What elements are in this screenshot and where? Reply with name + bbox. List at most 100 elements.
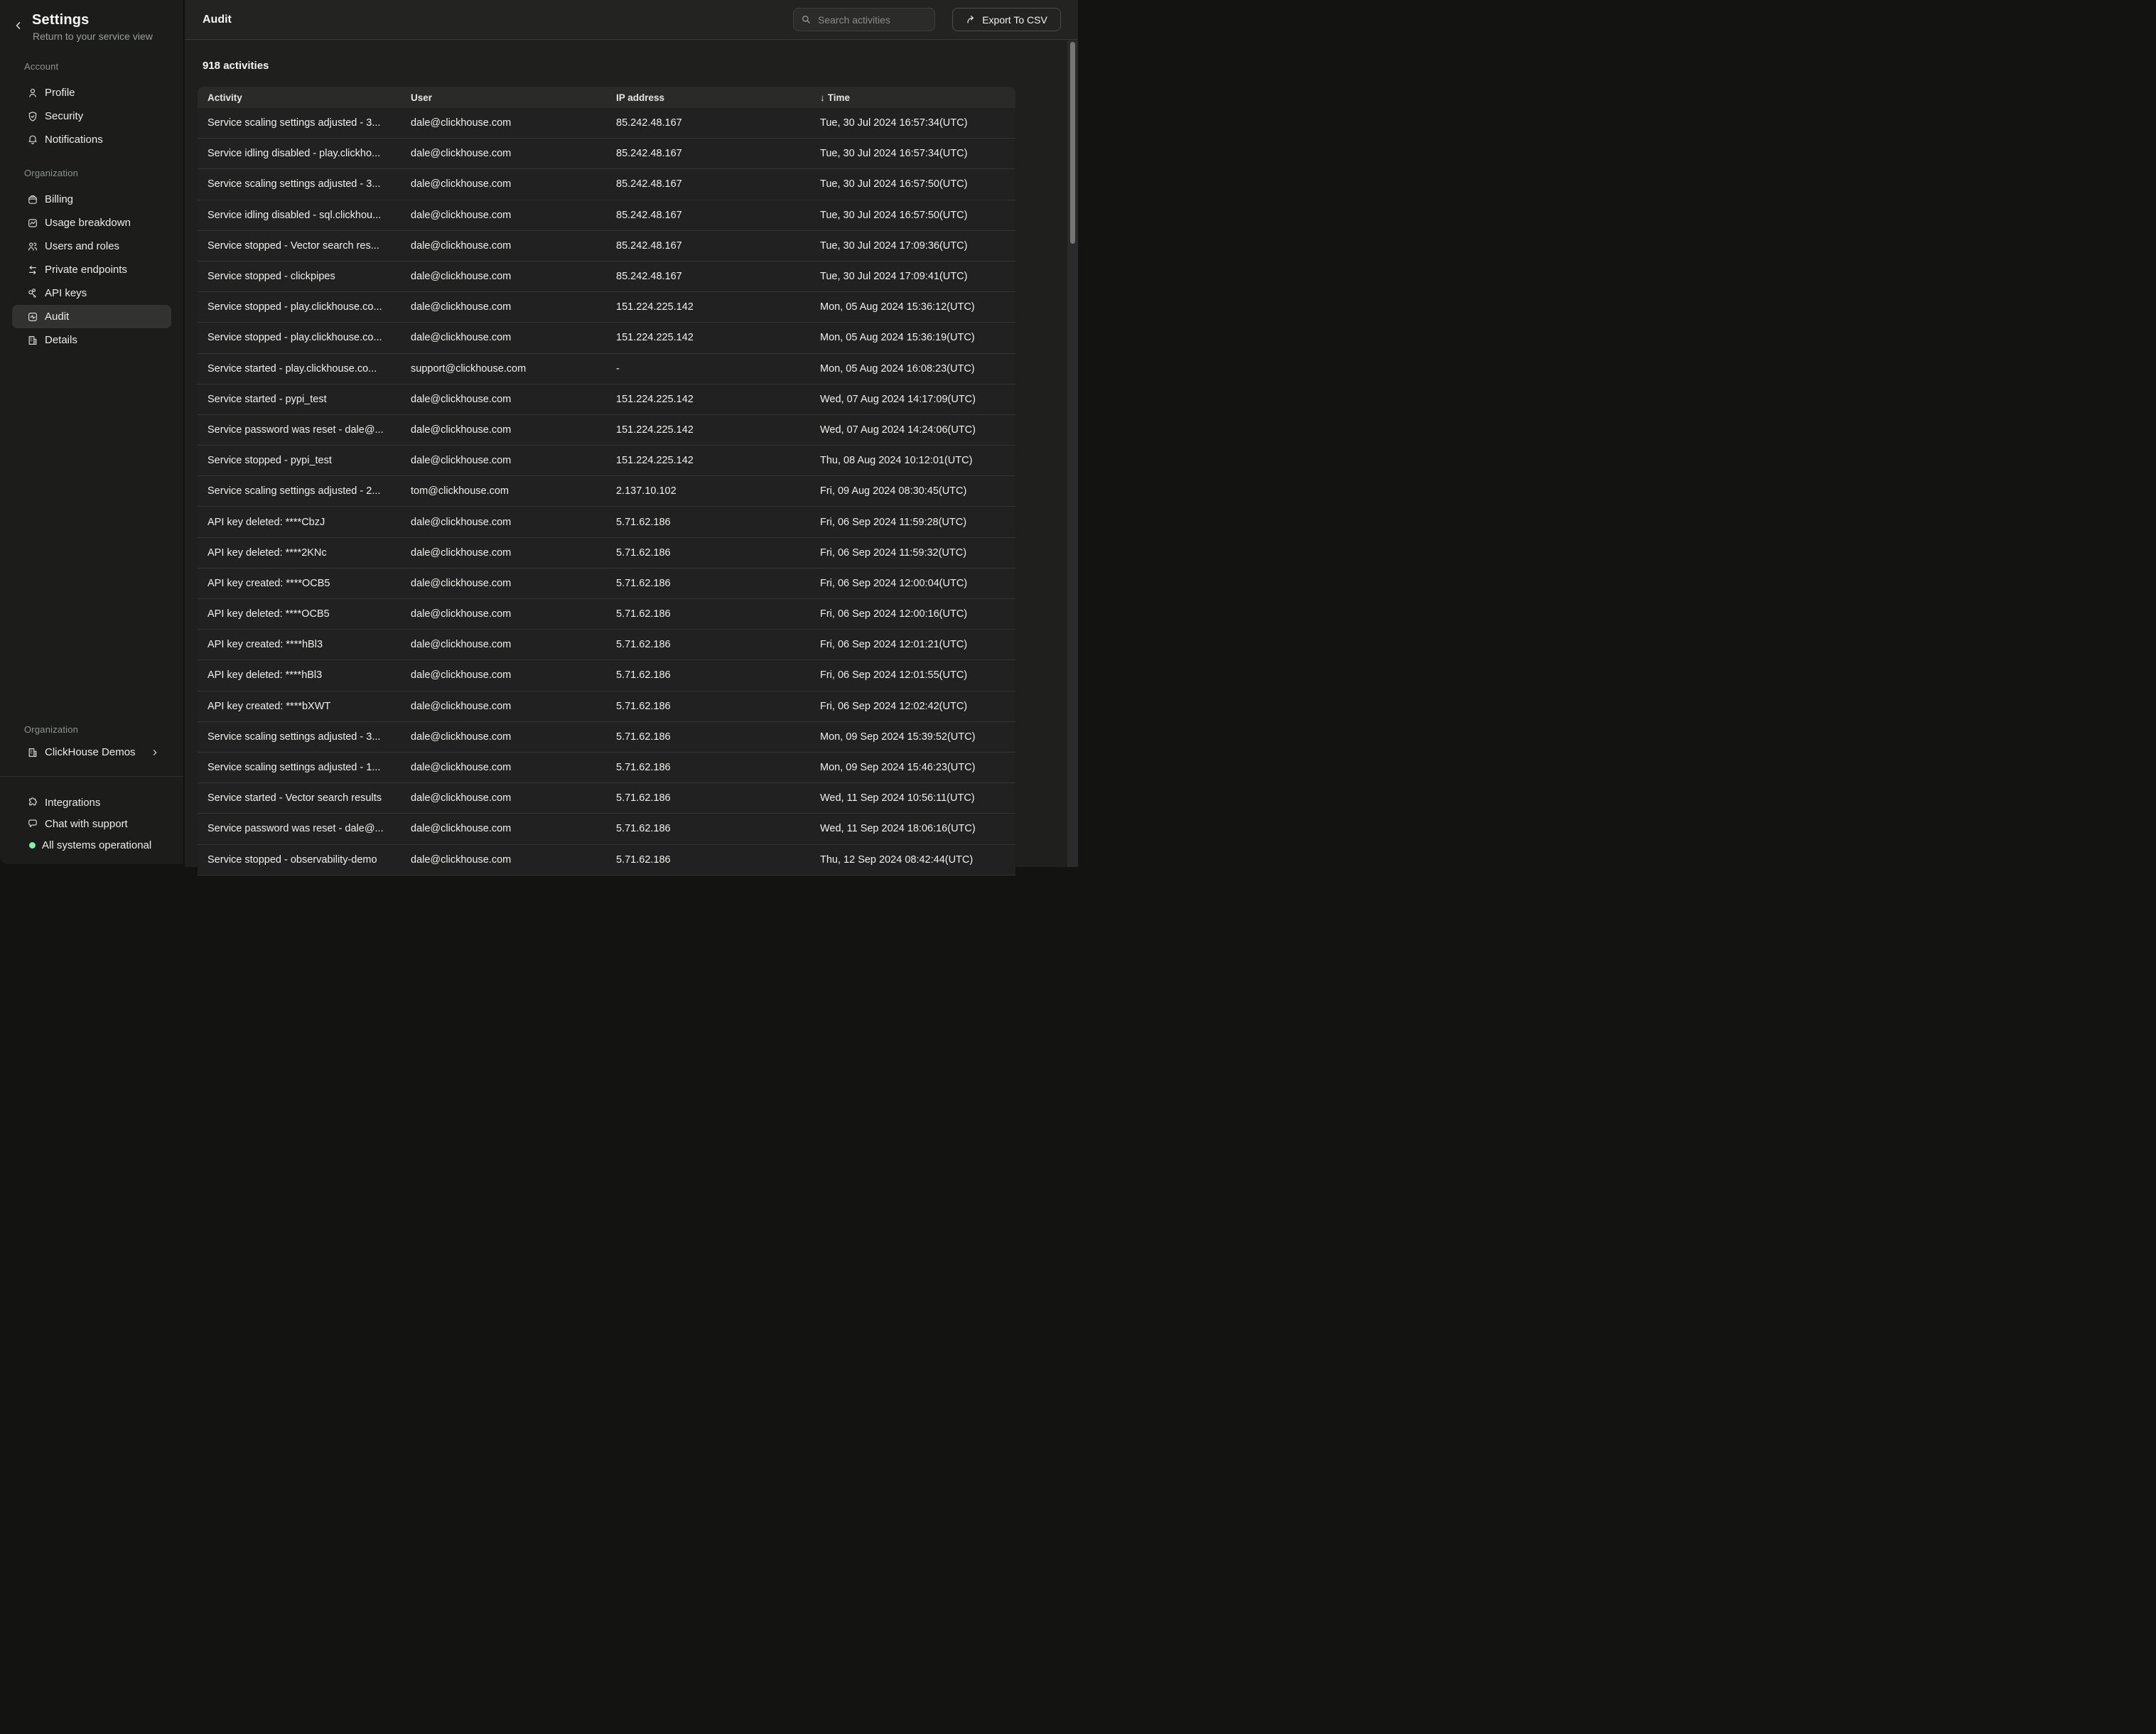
column-header-time[interactable]: ↓ Time [810, 92, 1015, 103]
cell-time: Mon, 09 Sep 2024 15:46:23(UTC) [810, 762, 1015, 773]
search-icon [801, 14, 812, 25]
cell-user: dale@clickhouse.com [401, 823, 606, 834]
cell-activity: Service password was reset - dale@... [198, 424, 401, 436]
building-icon [27, 335, 38, 346]
cell-time: Tue, 30 Jul 2024 16:57:34(UTC) [810, 148, 1015, 159]
audit-title: Audit [203, 0, 232, 40]
back-button[interactable] [11, 18, 26, 33]
table-row[interactable]: Service stopped - play.clickhouse.co... … [198, 323, 1015, 353]
sidebar-item-label: Security [45, 110, 83, 122]
cell-user: dale@clickhouse.com [401, 731, 606, 743]
chevron-right-icon [150, 748, 160, 758]
table-row[interactable]: Service stopped - play.clickhouse.co... … [198, 292, 1015, 323]
system-status-link[interactable]: All systems operational [0, 834, 183, 856]
search-input[interactable] [793, 8, 935, 31]
link-label: Chat with support [45, 818, 128, 830]
cell-user: dale@clickhouse.com [401, 547, 606, 559]
cell-time: Fri, 06 Sep 2024 12:00:16(UTC) [810, 608, 1015, 620]
cell-activity: Service scaling settings adjusted - 1... [198, 762, 401, 773]
table-row[interactable]: Service stopped - observability-demo dal… [198, 845, 1015, 876]
sidebar-item-label: Details [45, 334, 77, 346]
activities-count: 918 activities [203, 60, 269, 72]
integrations-link[interactable]: Integrations [0, 792, 183, 813]
sidebar-item-audit[interactable]: Audit [12, 305, 171, 328]
organization-name: ClickHouse Demos [45, 746, 136, 758]
column-header-ip[interactable]: IP address [606, 92, 810, 103]
table-row[interactable]: Service password was reset - dale@... da… [198, 814, 1015, 844]
table-row[interactable]: Service idling disabled - play.clickho..… [198, 139, 1015, 169]
table-body: Service scaling settings adjusted - 3...… [198, 108, 1015, 876]
table-row[interactable]: API key created: ****OCB5 dale@clickhous… [198, 569, 1015, 599]
search-activities [793, 8, 935, 31]
column-header-user[interactable]: User [401, 92, 606, 103]
cell-time: Fri, 06 Sep 2024 12:00:04(UTC) [810, 578, 1015, 589]
cell-ip: - [606, 363, 810, 375]
table-row[interactable]: Service password was reset - dale@... da… [198, 415, 1015, 446]
chat-support-link[interactable]: Chat with support [0, 813, 183, 834]
table-header-row: Activity User IP address ↓ Time [198, 87, 1015, 108]
table-row[interactable]: Service stopped - pypi_test dale@clickho… [198, 446, 1015, 476]
page-title: Settings [32, 12, 90, 28]
keys-icon [27, 288, 38, 299]
section-label-organization-switcher: Organization [24, 724, 78, 735]
cell-ip: 5.71.62.186 [606, 547, 810, 559]
cell-time: Fri, 06 Sep 2024 12:01:55(UTC) [810, 669, 1015, 681]
cell-time: Wed, 07 Aug 2024 14:24:06(UTC) [810, 424, 1015, 436]
chat-bubble-icon [27, 818, 38, 829]
sidebar-item-usage-breakdown[interactable]: Usage breakdown [12, 211, 171, 235]
table-row[interactable]: API key deleted: ****CbzJ dale@clickhous… [198, 507, 1015, 537]
cell-user: dale@clickhouse.com [401, 669, 606, 681]
sidebar-item-label: Users and roles [45, 240, 119, 252]
table-row[interactable]: Service scaling settings adjusted - 3...… [198, 108, 1015, 139]
cell-ip: 5.71.62.186 [606, 701, 810, 712]
table-row[interactable]: Service started - play.clickhouse.co... … [198, 354, 1015, 384]
cell-time: Mon, 05 Aug 2024 16:08:23(UTC) [810, 363, 1015, 375]
table-row[interactable]: API key created: ****hBl3 dale@clickhous… [198, 630, 1015, 660]
sidebar-item-billing[interactable]: Billing [12, 188, 171, 211]
column-header-activity[interactable]: Activity [198, 92, 401, 103]
cell-ip: 85.242.48.167 [606, 210, 810, 221]
table-row[interactable]: Service stopped - clickpipes dale@clickh… [198, 262, 1015, 292]
table-row[interactable]: Service scaling settings adjusted - 1...… [198, 753, 1015, 783]
sidebar-item-profile[interactable]: Profile [12, 81, 171, 104]
cell-user: support@clickhouse.com [401, 363, 606, 375]
sidebar-item-details[interactable]: Details [12, 328, 171, 352]
cell-time: Tue, 30 Jul 2024 16:57:34(UTC) [810, 117, 1015, 129]
cell-activity: Service stopped - play.clickhouse.co... [198, 332, 401, 343]
table-row[interactable]: Service scaling settings adjusted - 2...… [198, 476, 1015, 507]
table-row[interactable]: API key deleted: ****2KNc dale@clickhous… [198, 538, 1015, 569]
sidebar-item-security[interactable]: Security [12, 104, 171, 128]
table-row[interactable]: API key deleted: ****hBl3 dale@clickhous… [198, 660, 1015, 691]
table-row[interactable]: Service started - Vector search results … [198, 783, 1015, 814]
sidebar-item-private-endpoints[interactable]: Private endpoints [12, 258, 171, 281]
cell-user: tom@clickhouse.com [401, 485, 606, 497]
sidebar-item-users-and-roles[interactable]: Users and roles [12, 235, 171, 258]
cell-user: dale@clickhouse.com [401, 178, 606, 190]
cell-time: Mon, 05 Aug 2024 15:36:19(UTC) [810, 332, 1015, 343]
export-arrow-icon [966, 14, 976, 25]
building-icon [27, 747, 38, 758]
table-row[interactable]: Service scaling settings adjusted - 3...… [198, 169, 1015, 200]
cell-ip: 5.71.62.186 [606, 639, 810, 650]
table-row[interactable]: Service idling disabled - sql.clickhou..… [198, 200, 1015, 231]
cell-ip: 151.224.225.142 [606, 424, 810, 436]
table-row[interactable]: Service scaling settings adjusted - 3...… [198, 722, 1015, 753]
scrollbar-thumb[interactable] [1070, 42, 1075, 244]
sidebar-item-api-keys[interactable]: API keys [12, 281, 171, 305]
cell-time: Mon, 09 Sep 2024 15:39:52(UTC) [810, 731, 1015, 743]
table-row[interactable]: Service stopped - Vector search res... d… [198, 231, 1015, 262]
cell-time: Wed, 11 Sep 2024 18:06:16(UTC) [810, 823, 1015, 834]
cell-user: dale@clickhouse.com [401, 332, 606, 343]
sidebar-item-label: Profile [45, 87, 75, 99]
return-link[interactable]: Return to your service view [33, 31, 153, 42]
cell-user: dale@clickhouse.com [401, 240, 606, 252]
table-row[interactable]: API key created: ****bXWT dale@clickhous… [198, 691, 1015, 722]
organization-switcher[interactable]: ClickHouse Demos [0, 741, 183, 764]
export-csv-button[interactable]: Export To CSV [952, 8, 1061, 31]
table-row[interactable]: API key deleted: ****OCB5 dale@clickhous… [198, 599, 1015, 630]
audit-main: Audit Export To CSV 918 activities Activ… [185, 0, 1078, 867]
cell-activity: Service password was reset - dale@... [198, 823, 401, 834]
table-row[interactable]: Service started - pypi_test dale@clickho… [198, 384, 1015, 415]
sidebar-item-notifications[interactable]: Notifications [12, 128, 171, 151]
sidebar-item-label: Billing [45, 193, 73, 205]
